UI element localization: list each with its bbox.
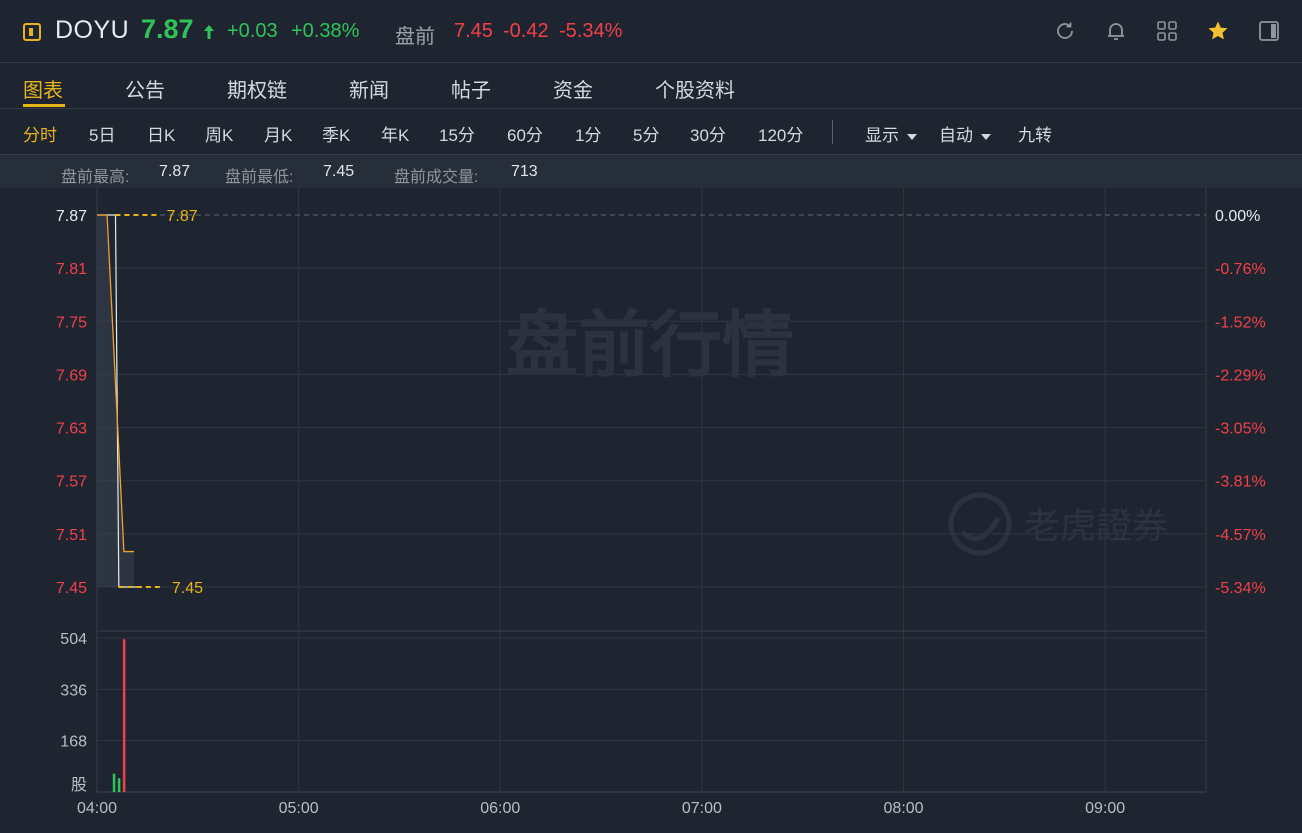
x-tick-label: 06:00 — [480, 800, 520, 817]
period-weekly[interactable]: 周K — [205, 121, 233, 146]
toolbar-divider — [832, 120, 833, 144]
x-tick-label: 07:00 — [682, 800, 722, 817]
price-change-percent: +0.38% — [291, 20, 360, 42]
price-axis-label: 7.45 — [56, 580, 87, 597]
intraday-chart[interactable]: 04:00 05:00 06:00 07:00 08:00 09:00 7.87 0.00% 7… — [0, 188, 1302, 833]
high-label: 7.87 — [166, 208, 197, 225]
premarket-label: 盘前 — [395, 26, 435, 48]
refresh-icon[interactable] — [1053, 19, 1077, 43]
price-axis-label: 7.69 — [56, 367, 87, 384]
premarket-watermark: 盘前行情 — [506, 303, 794, 387]
chart-toolbar: 分时 5日 日K 周K 月K 季K 年K 15分 60分 1分 5分 30分 1… — [0, 108, 1302, 155]
percent-axis-label: -0.76% — [1215, 261, 1266, 278]
period-intraday[interactable]: 分时 — [23, 121, 57, 146]
x-tick-label: 08:00 — [884, 800, 924, 817]
period-5day[interactable]: 5日 — [89, 121, 115, 146]
main-tabs: 图表 公告 期权链 新闻 帖子 资金 个股资料 — [0, 62, 1302, 109]
volume-axis-label: 504 — [60, 631, 87, 648]
tiger-logo-icon — [948, 492, 1012, 556]
auto-label: 自动 — [939, 126, 973, 145]
period-monthly[interactable]: 月K — [264, 121, 292, 146]
tab-announcements[interactable]: 公告 — [125, 74, 165, 103]
volume-bar — [122, 639, 126, 792]
percent-axis-label: -3.81% — [1215, 474, 1266, 491]
volume-bar — [112, 773, 116, 792]
price-axis-label: 7.87 — [56, 208, 87, 225]
stock-symbol: DOYU — [55, 16, 130, 44]
period-quarterly[interactable]: 季K — [322, 121, 350, 146]
x-tick-label: 09:00 — [1085, 800, 1125, 817]
period-120min[interactable]: 120分 — [758, 121, 803, 146]
bell-icon[interactable] — [1104, 19, 1128, 43]
active-tab-indicator — [23, 104, 65, 107]
volume-axis-label: 168 — [60, 734, 87, 751]
period-5min[interactable]: 5分 — [633, 121, 659, 146]
display-dropdown[interactable]: 显示 — [865, 121, 917, 146]
premarket-low-value: 7.45 — [323, 163, 355, 180]
period-15min[interactable]: 15分 — [439, 121, 475, 146]
price-axis-label: 7.75 — [56, 314, 87, 331]
price-axis-label: 7.81 — [56, 261, 87, 278]
tab-chart[interactable]: 图表 — [23, 74, 63, 103]
percent-axis-label: -1.52% — [1215, 314, 1266, 331]
up-arrow-icon — [204, 25, 214, 39]
price-axis-label: 7.51 — [56, 527, 87, 544]
premarket-low-label: 盘前最低: — [225, 169, 294, 186]
auto-dropdown[interactable]: 自动 — [939, 121, 991, 146]
sidebar-icon[interactable] — [1257, 19, 1281, 43]
period-daily[interactable]: 日K — [147, 121, 175, 146]
tab-profile[interactable]: 个股资料 — [655, 74, 735, 103]
display-label: 显示 — [865, 126, 899, 145]
period-yearly[interactable]: 年K — [381, 121, 409, 146]
percent-axis-label: -4.57% — [1215, 527, 1266, 544]
premarket-stats-bar: 盘前最高: 7.87 盘前最低: 7.45 盘前成交量: 713 — [0, 155, 1302, 188]
grid-icon[interactable] — [1155, 19, 1179, 43]
premarket-volume-label: 盘前成交量: — [394, 169, 479, 186]
premarket-price: 7.45 — [454, 20, 493, 42]
period-30min[interactable]: 30分 — [690, 121, 726, 146]
premarket-change: -0.42 — [503, 20, 549, 42]
volume-unit-label: 股 — [71, 775, 87, 794]
price-change: +0.03 — [227, 20, 278, 42]
brand-watermark: 老虎證券 — [1024, 506, 1168, 547]
last-price: 7.87 — [141, 14, 194, 44]
price-axis-label: 7.63 — [56, 421, 87, 438]
premarket-change-percent: -5.34% — [559, 20, 623, 42]
premarket-high-label: 盘前最高: — [61, 169, 130, 186]
period-60min[interactable]: 60分 — [507, 121, 543, 146]
low-label: 7.45 — [172, 580, 203, 597]
tab-options-chain[interactable]: 期权链 — [227, 74, 287, 103]
tiger-logo-stripe — [960, 516, 1001, 541]
volume-axis-label: 336 — [60, 682, 87, 699]
nine-turn-toggle[interactable]: 九转 — [1018, 121, 1052, 146]
x-tick-label: 05:00 — [279, 800, 319, 817]
percent-axis-label: -5.34% — [1215, 580, 1266, 597]
tab-posts[interactable]: 帖子 — [451, 74, 491, 103]
price-axis-label: 7.57 — [56, 474, 87, 491]
tab-funds[interactable]: 资金 — [553, 74, 593, 103]
premarket-volume-value: 713 — [511, 163, 538, 180]
tab-news[interactable]: 新闻 — [349, 74, 389, 103]
quote-header: DOYU 7.87 +0.03 +0.38% 盘前 7.45 -0.42 -5.… — [0, 0, 1302, 63]
percent-axis-label: 0.00% — [1215, 208, 1260, 225]
volume-bar — [117, 778, 121, 792]
x-tick-label: 04:00 — [77, 800, 117, 817]
premarket-high-value: 7.87 — [159, 163, 191, 180]
percent-axis-label: -2.29% — [1215, 367, 1266, 384]
period-1min[interactable]: 1分 — [575, 121, 601, 146]
chevron-down-icon — [981, 133, 991, 140]
percent-axis-label: -3.05% — [1215, 421, 1266, 438]
star-icon[interactable] — [1206, 19, 1230, 43]
market-status-icon — [23, 23, 41, 41]
chevron-down-icon — [907, 133, 917, 140]
